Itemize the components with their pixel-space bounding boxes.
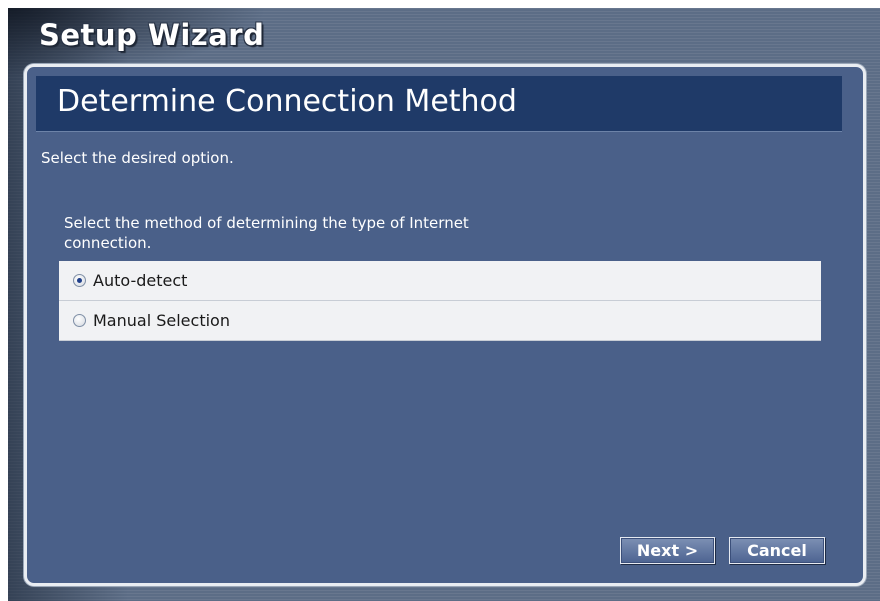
connection-method-options: Auto-detect Manual Selection [59,261,821,341]
auto-detect-label: Auto-detect [93,271,188,290]
manual-selection-radio[interactable] [73,314,86,327]
manual-selection-label: Manual Selection [93,311,230,330]
wizard-title: Setup Wizard [39,18,265,52]
panel-header: Determine Connection Method [36,76,842,132]
option-manual-selection[interactable]: Manual Selection [59,301,821,341]
instructions-text: Select the method of determining the typ… [64,214,469,252]
panel-heading: Determine Connection Method [57,84,517,119]
auto-detect-radio[interactable] [73,274,86,287]
wizard-panel: Determine Connection Method Select the d… [24,64,866,586]
option-auto-detect[interactable]: Auto-detect [59,261,821,301]
cancel-button[interactable]: Cancel [729,537,825,564]
next-button[interactable]: Next > [620,537,715,564]
panel-subtitle: Select the desired option. [41,149,234,167]
